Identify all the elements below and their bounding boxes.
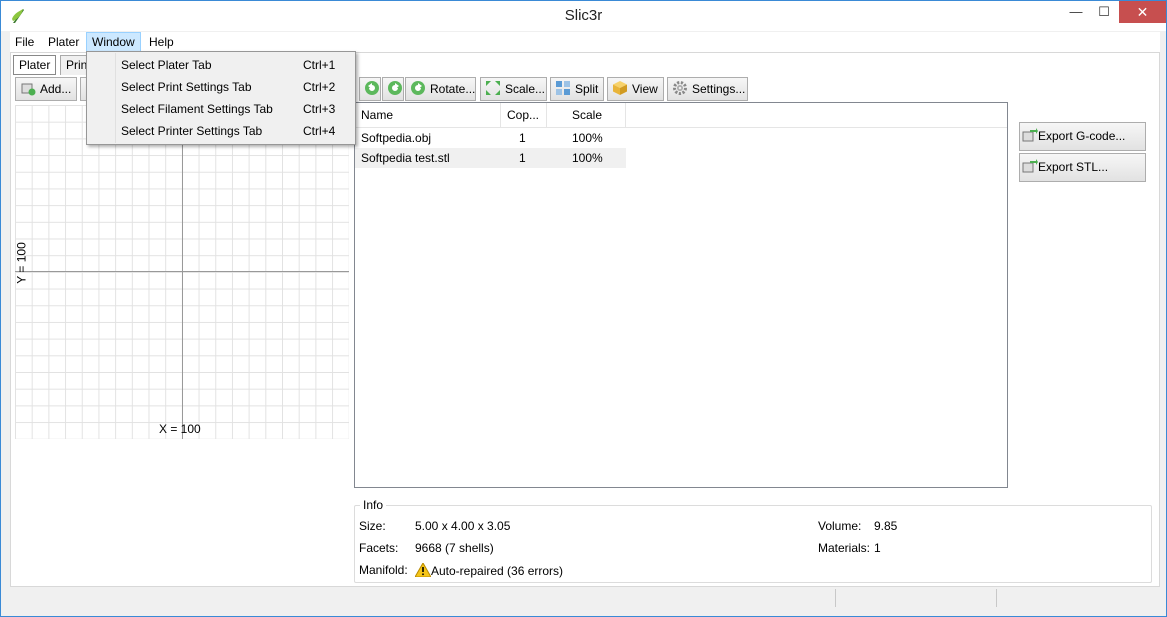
facets-label: Facets: [359, 541, 399, 555]
menu-plater[interactable]: Plater [43, 32, 84, 52]
export-stl-label: Export STL... [1038, 160, 1109, 174]
row-copies: 1 [519, 151, 526, 165]
scale-button-label: Scale... [505, 82, 546, 96]
row-copies: 1 [519, 131, 526, 145]
title-bar: Slic3r — ☐ ✕ [1, 1, 1166, 31]
settings-button[interactable]: Settings... [667, 77, 748, 101]
view-button[interactable]: View [607, 77, 664, 101]
scale-icon [486, 81, 500, 95]
warning-icon [415, 563, 431, 577]
scale-button[interactable]: Scale... [480, 77, 547, 101]
column-header-copies[interactable]: Cop... [501, 103, 547, 128]
menu-help[interactable]: Help [144, 32, 179, 52]
status-divider [835, 589, 836, 607]
rotate-right-button[interactable] [382, 77, 404, 101]
add-button-label: Add... [40, 82, 72, 96]
add-object-icon [21, 83, 36, 96]
table-row[interactable]: Softpedia test.stl 1 100% [355, 148, 626, 168]
status-divider [996, 589, 997, 607]
row-name: Softpedia test.stl [361, 151, 450, 165]
close-button[interactable]: ✕ [1119, 1, 1166, 23]
rotate-left-button[interactable] [359, 77, 381, 101]
export-stl-icon [1022, 159, 1038, 173]
view-box-icon [613, 81, 627, 95]
settings-button-label: Settings... [692, 82, 746, 96]
menu-item-select-print-settings-tab[interactable]: Select Print Settings Tab Ctrl+2 [88, 76, 354, 98]
row-scale: 100% [572, 151, 603, 165]
materials-label: Materials: [818, 541, 871, 555]
minimize-button[interactable]: — [1062, 1, 1090, 23]
menu-bar: File Plater Window Help [10, 32, 1160, 52]
split-button-label: Split [575, 82, 599, 96]
volume-value: 9.85 [874, 519, 898, 533]
info-panel: Info Size: 5.00 x 4.00 x 3.05 Facets: 96… [354, 498, 1152, 583]
menu-item-shortcut: Ctrl+2 [303, 80, 336, 94]
rotate-button-label: Rotate... [430, 82, 476, 96]
column-header-name[interactable]: Name [355, 103, 501, 128]
materials-value: 1 [874, 541, 881, 555]
status-bar [10, 586, 1160, 608]
objects-list-header: Name Cop... Scale [355, 103, 1007, 128]
row-scale: 100% [572, 131, 603, 145]
facets-value: 9668 (7 shells) [415, 541, 494, 555]
manifold-status: Auto-repaired (36 errors) [415, 563, 563, 578]
menu-item-select-printer-settings-tab[interactable]: Select Printer Settings Tab Ctrl+4 [88, 120, 354, 142]
column-header-scale[interactable]: Scale [547, 103, 626, 128]
menu-file[interactable]: File [10, 32, 39, 52]
menu-item-label: Select Printer Settings Tab [121, 124, 263, 138]
table-row[interactable]: Softpedia.obj 1 100% [355, 128, 626, 148]
tab-plater[interactable]: Plater [13, 55, 57, 75]
size-value: 5.00 x 4.00 x 3.05 [415, 519, 511, 533]
menu-item-select-filament-settings-tab[interactable]: Select Filament Settings Tab Ctrl+3 [88, 98, 354, 120]
window-menu-dropdown: Select Plater Tab Ctrl+1 Select Print Se… [86, 51, 356, 145]
export-stl-button[interactable]: Export STL... [1019, 153, 1146, 182]
manifold-value: Auto-repaired (36 errors) [431, 564, 564, 578]
view-button-label: View [632, 82, 658, 96]
menu-item-shortcut: Ctrl+3 [303, 102, 336, 116]
menu-item-label: Select Print Settings Tab [121, 80, 252, 94]
app-window: Slic3r — ☐ ✕ File Plater Window Help Pla… [0, 0, 1167, 617]
row-name: Softpedia.obj [361, 131, 432, 145]
rotate-button[interactable]: Rotate... [405, 77, 476, 101]
export-gcode-button[interactable]: Export G-code... [1019, 122, 1146, 151]
window-title: Slic3r [564, 7, 603, 24]
export-gcode-label: Export G-code... [1038, 129, 1126, 143]
size-label: Size: [359, 519, 386, 533]
add-button[interactable]: Add... [15, 77, 77, 101]
split-icon [556, 81, 570, 95]
menu-item-shortcut: Ctrl+1 [303, 58, 336, 72]
gear-icon [673, 81, 687, 95]
rotate-icon [411, 81, 425, 95]
volume-label: Volume: [818, 519, 862, 533]
split-button[interactable]: Split [550, 77, 604, 101]
bed-x-label: X = 100 [159, 422, 201, 436]
info-legend: Info [360, 498, 387, 512]
maximize-button[interactable]: ☐ [1090, 1, 1118, 23]
manifold-label: Manifold: [359, 563, 408, 577]
menu-window[interactable]: Window [86, 32, 141, 52]
menu-item-shortcut: Ctrl+4 [303, 124, 336, 138]
rotate-right-icon [388, 81, 402, 95]
bed-y-label: Y = 100 [14, 242, 29, 284]
menu-item-select-plater-tab[interactable]: Select Plater Tab Ctrl+1 [88, 54, 354, 76]
menu-item-label: Select Plater Tab [121, 58, 212, 72]
rotate-left-icon [365, 81, 379, 95]
objects-list[interactable]: Name Cop... Scale Softpedia.obj 1 100% S… [354, 102, 1008, 488]
bed-y-axis-line [182, 105, 183, 439]
menu-item-label: Select Filament Settings Tab [121, 102, 273, 116]
export-gcode-icon [1022, 128, 1038, 142]
